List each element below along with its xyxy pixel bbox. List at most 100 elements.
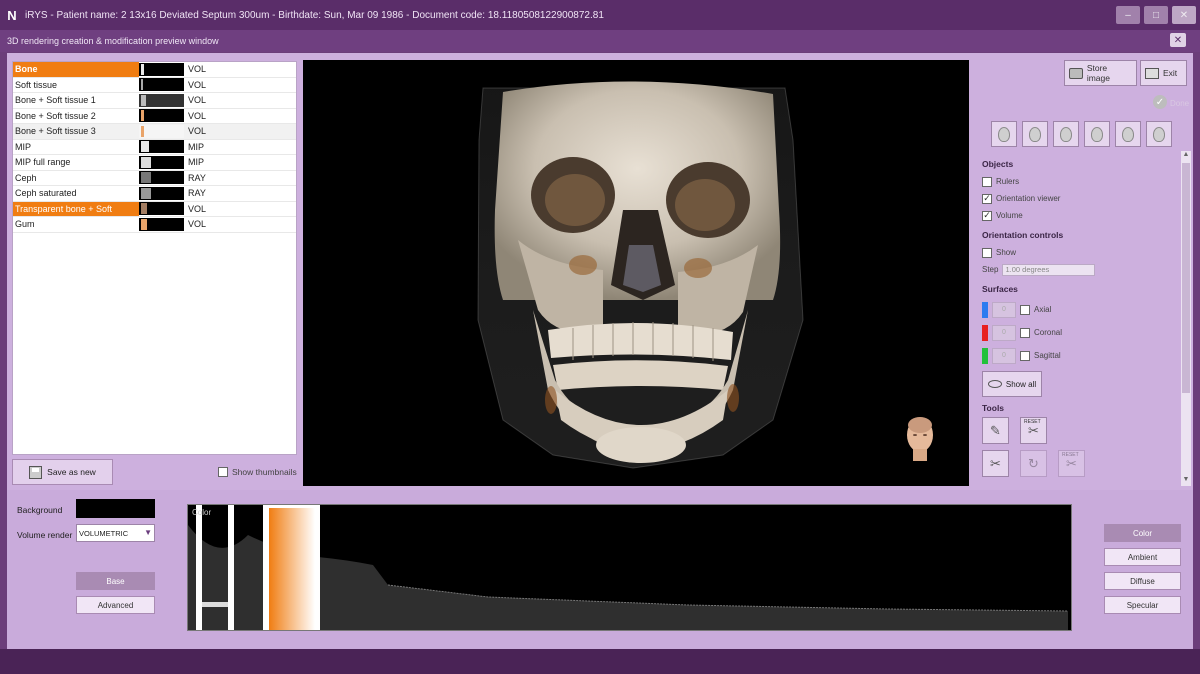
preset-row[interactable]: Bone VOL	[13, 62, 296, 78]
exit-button[interactable]: Exit	[1140, 60, 1187, 86]
render-viewport[interactable]	[303, 60, 969, 486]
reset-cut-button[interactable]: RESET ✂	[1058, 450, 1085, 477]
preset-name: MIP	[15, 141, 32, 152]
preset-type: VOL	[188, 79, 207, 90]
axial-value[interactable]: 0	[992, 301, 1016, 318]
orientation-show-label: Show	[996, 248, 1017, 257]
diffuse-channel-button[interactable]: Diffuse	[1104, 572, 1181, 590]
volume-option[interactable]: ✓ Volume	[982, 207, 1179, 224]
background-color-swatch[interactable]	[76, 499, 155, 518]
volume-render-select[interactable]: VOLUMETRIC ▼	[76, 524, 155, 542]
minimize-button[interactable]: –	[1116, 6, 1140, 24]
orientation-viewer-option[interactable]: ✓ Orientation viewer	[982, 190, 1179, 207]
show-all-label: Show all	[1005, 379, 1037, 389]
orientation-viewer-checkbox[interactable]: ✓	[982, 193, 992, 204]
view-back-button[interactable]	[1022, 121, 1048, 147]
rulers-option[interactable]: Rulers	[982, 173, 1179, 190]
volume-label: Volume	[996, 211, 1023, 220]
scroll-thumb[interactable]	[1182, 163, 1190, 393]
color-channel-label: Color	[1132, 528, 1153, 538]
preset-thumbnail	[139, 62, 184, 76]
preset-type: VOL	[188, 95, 207, 106]
checkmark-icon[interactable]: ✓	[1153, 95, 1167, 109]
preset-row[interactable]: MIP MIP	[13, 140, 296, 155]
sagittal-checkbox[interactable]	[1020, 350, 1030, 361]
rotate-tool-button[interactable]: ↻	[1020, 450, 1047, 477]
rulers-checkbox[interactable]	[982, 176, 992, 187]
objects-title: Objects	[982, 159, 1014, 169]
ambient-channel-label: Ambient	[1127, 552, 1158, 562]
save-as-new-button[interactable]: Save as new	[12, 459, 113, 485]
show-thumbnails-toggle[interactable]: Show thumbnails	[218, 467, 297, 477]
color-channel-button[interactable]: Color	[1104, 524, 1181, 542]
base-label: Base	[106, 576, 125, 586]
preset-row[interactable]: Transparent bone + Soft VOL	[13, 201, 296, 217]
skull-render	[477, 81, 804, 469]
advanced-label: Advanced	[97, 600, 134, 610]
view-front-button[interactable]	[991, 121, 1017, 147]
preset-name: Bone + Soft tissue 2	[15, 110, 96, 121]
axial-color-swatch	[982, 301, 988, 318]
orientation-show-checkbox[interactable]	[982, 247, 992, 258]
coronal-checkbox[interactable]	[1020, 327, 1030, 338]
close-preview-button[interactable]: ✕	[1170, 33, 1186, 47]
advanced-button[interactable]: Advanced	[76, 596, 155, 614]
store-image-label: Store image	[1086, 63, 1110, 83]
preset-row[interactable]: Bone + Soft tissue 2 VOL	[13, 109, 296, 124]
orientation-head-icon[interactable]	[903, 415, 937, 463]
rotate-icon: ↻	[1028, 455, 1039, 471]
view-bottom-button[interactable]	[1146, 121, 1172, 147]
orientation-controls-title: Orientation controls	[982, 230, 1064, 240]
head-front-icon	[998, 126, 1010, 142]
preset-row[interactable]: Soft tissue VOL	[13, 78, 296, 93]
preset-name: MIP full range	[15, 157, 71, 168]
ruler-icon: ✎	[990, 422, 1001, 438]
title-bar: N iRYS - Patient name: 2 13x16 Deviated …	[0, 0, 1200, 30]
preset-type: VOL	[188, 203, 207, 214]
head-right-icon	[1091, 126, 1103, 142]
step-input[interactable]: 1.00 degrees	[1002, 263, 1096, 276]
reset-label: RESET	[1062, 452, 1079, 458]
reset-measure-button[interactable]: RESET ✂	[1020, 417, 1047, 444]
histogram-channel-label: Color	[192, 508, 212, 517]
scroll-up-icon[interactable]: ▲	[1181, 151, 1191, 161]
volume-checkbox[interactable]: ✓	[982, 210, 992, 221]
coronal-value[interactable]: 0	[992, 324, 1016, 341]
preset-thumbnail	[139, 202, 184, 216]
preset-thumbnail	[139, 78, 184, 92]
specular-channel-button[interactable]: Specular	[1104, 596, 1181, 614]
maximize-button[interactable]: □	[1144, 6, 1168, 24]
view-top-button[interactable]	[1115, 121, 1141, 147]
measure-tool-button[interactable]: ✎	[982, 417, 1009, 444]
rulers-label: Rulers	[996, 177, 1020, 186]
preset-type: VOL	[188, 64, 207, 75]
base-button[interactable]: Base	[76, 572, 155, 590]
scroll-down-icon[interactable]: ▼	[1181, 476, 1191, 486]
view-left-button[interactable]	[1053, 121, 1079, 147]
cut-tool-button[interactable]: ✂	[982, 450, 1009, 477]
surface-coronal: 0 Coronal	[982, 321, 1179, 344]
axial-checkbox[interactable]	[1020, 304, 1030, 315]
coronal-color-swatch	[982, 324, 988, 341]
close-window-button[interactable]: ✕	[1172, 6, 1196, 24]
preset-row[interactable]: MIP full range MIP	[13, 155, 296, 171]
ambient-channel-button[interactable]: Ambient	[1104, 548, 1181, 566]
orientation-show-option[interactable]: Show	[982, 244, 1179, 261]
preset-row[interactable]: Ceph RAY	[13, 171, 296, 186]
sub-window-bar: 3D rendering creation & modification pre…	[0, 30, 1200, 52]
tools-title: Tools	[982, 403, 1005, 413]
preset-row[interactable]: Bone + Soft tissue 1 VOL	[13, 93, 296, 109]
taskbar-strip	[0, 649, 1200, 674]
preset-row[interactable]: Gum VOL	[13, 217, 296, 233]
sagittal-value[interactable]: 0	[992, 347, 1016, 364]
properties-scrollbar[interactable]: ▲ ▼	[1181, 151, 1191, 486]
store-image-button[interactable]: Store image	[1064, 60, 1137, 86]
view-right-button[interactable]	[1084, 121, 1110, 147]
preset-thumbnail	[139, 171, 184, 185]
preset-row[interactable]: Bone + Soft tissue 3 VOL	[13, 124, 296, 140]
preset-row[interactable]: Ceph saturated RAY	[13, 186, 296, 202]
show-all-button[interactable]: Show all	[982, 371, 1042, 397]
histogram-editor[interactable]: Color	[187, 504, 1072, 631]
show-thumbnails-checkbox[interactable]	[218, 467, 228, 477]
diffuse-channel-label: Diffuse	[1130, 576, 1155, 586]
